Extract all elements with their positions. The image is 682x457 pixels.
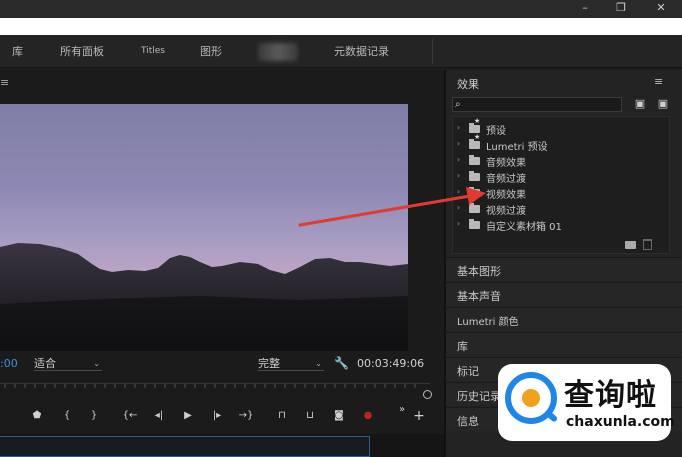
- tree-item-video-effects[interactable]: › 视频效果: [453, 185, 669, 201]
- extract-icon[interactable]: ⊔: [301, 406, 319, 426]
- add-icon[interactable]: +: [410, 406, 428, 426]
- blurred-workspace-tab: [258, 43, 298, 61]
- workspace-bar: 库 所有面板 Titles 图形 元数据记录: [0, 35, 682, 68]
- export-frame-icon[interactable]: ◙: [330, 406, 348, 426]
- workspace-separator: [432, 39, 433, 64]
- program-monitor-panel: ≡ :00 适合 ⌄ 完整 ⌄ 🔧 00:03:49:06 ⬟ { } {← ◂…: [0, 70, 444, 457]
- chevron-right-icon: ›: [457, 123, 461, 132]
- tree-item-presets[interactable]: › 预设: [453, 117, 669, 137]
- section-essential-sound[interactable]: 基本声音: [446, 282, 682, 306]
- section-essential-graphics[interactable]: 基本图形: [446, 257, 682, 281]
- preset-folder-icon: [469, 117, 480, 133]
- resolution-dropdown-value: 完整: [258, 357, 280, 370]
- play-icon[interactable]: ▶: [179, 406, 197, 426]
- section-label: 基本声音: [457, 290, 501, 303]
- tree-item-label: 自定义素材箱 01: [486, 222, 562, 233]
- preset-folder-icon: [469, 133, 480, 149]
- lift-icon[interactable]: ⊓: [273, 406, 291, 426]
- tree-item-label: Lumetri 预设: [486, 142, 548, 153]
- watermark-url: chaxunla.com: [566, 414, 675, 430]
- mountain-silhouette: [0, 243, 408, 351]
- go-to-in-icon[interactable]: {←: [121, 406, 139, 426]
- folder-icon: [469, 203, 480, 213]
- section-label: 库: [457, 340, 468, 353]
- step-forward-icon[interactable]: |▸: [208, 406, 226, 426]
- chevron-down-icon: ⌄: [93, 359, 100, 368]
- marker-icon[interactable]: ⬟: [28, 406, 46, 426]
- section-label: 基本图形: [457, 265, 501, 278]
- panel-menu-icon[interactable]: ≡: [0, 76, 9, 89]
- effects-tree: › 预设 › Lumetri 预设 › 音频效果 › 音频过渡 › 视频效果 ›…: [452, 116, 670, 254]
- workspace-tab-titles[interactable]: Titles: [141, 35, 165, 68]
- workspace-tab-graphics[interactable]: 图形: [200, 35, 222, 68]
- tree-item-audio-transitions[interactable]: › 音频过渡: [453, 169, 669, 185]
- watermark-logo: 查询啦 chaxunla.com: [498, 364, 675, 441]
- record-icon[interactable]: ●: [359, 406, 377, 426]
- magnifier-handle: [543, 409, 559, 423]
- tree-item-label: 音频效果: [486, 158, 526, 169]
- tree-item-label: 音频过渡: [486, 174, 526, 185]
- current-timecode[interactable]: :00: [0, 357, 18, 370]
- section-lumetri-color[interactable]: Lumetri 颜色: [446, 307, 682, 331]
- more-icon[interactable]: »: [393, 400, 411, 420]
- tree-item-audio-effects[interactable]: › 音频效果: [453, 153, 669, 169]
- section-label: 历史记录: [457, 390, 501, 403]
- settings-wrench-icon[interactable]: 🔧: [334, 356, 349, 370]
- menu-bar-area: [0, 18, 682, 35]
- trash-icon[interactable]: [643, 239, 652, 250]
- step-back-icon[interactable]: ◂|: [150, 406, 168, 426]
- chevron-down-icon: ⌄: [315, 359, 322, 368]
- timeline-area: [0, 434, 444, 457]
- resolution-dropdown[interactable]: 完整 ⌄: [258, 357, 324, 371]
- chevron-right-icon: ›: [457, 139, 461, 148]
- panel-menu-icon[interactable]: ≡: [654, 75, 663, 88]
- tree-item-label: 视频效果: [486, 190, 526, 201]
- chevron-right-icon: ›: [457, 187, 461, 196]
- new-bin-icon[interactable]: [625, 241, 636, 249]
- timeline-panel[interactable]: [0, 436, 370, 457]
- minimize-button[interactable]: –: [571, 0, 599, 18]
- new-preset-bin-icon[interactable]: ▣: [632, 97, 648, 111]
- playhead-end-icon[interactable]: [423, 390, 432, 399]
- fit-dropdown[interactable]: 适合 ⌄: [34, 357, 102, 371]
- workspace-tab-library[interactable]: 库: [12, 35, 23, 68]
- fit-dropdown-value: 适合: [34, 357, 56, 370]
- transport-controls: ⬟ { } {← ◂| ▶ |▸ →} ⊓ ⊔ ◙ ● » +: [0, 404, 444, 428]
- section-label: Lumetri 颜色: [457, 317, 519, 328]
- folder-icon: [469, 187, 480, 197]
- restore-button[interactable]: ❐: [607, 0, 635, 18]
- section-label: 信息: [457, 415, 479, 428]
- tree-item-label: 视频过渡: [486, 206, 526, 217]
- chevron-right-icon: ›: [457, 171, 461, 180]
- duration-timecode: 00:03:49:06: [357, 357, 425, 370]
- effects-search-input[interactable]: ⌕: [452, 97, 622, 112]
- workspace-tab-all-panels[interactable]: 所有面板: [60, 35, 104, 68]
- in-point-icon[interactable]: {: [58, 406, 76, 426]
- new-custom-bin-icon[interactable]: ▣: [655, 97, 671, 111]
- chevron-right-icon: ›: [457, 155, 461, 164]
- effects-header: 效果 ≡: [446, 70, 682, 92]
- folder-icon: [469, 219, 480, 229]
- folder-icon: [469, 155, 480, 165]
- video-preview: [0, 104, 408, 351]
- chevron-right-icon: ›: [457, 219, 461, 228]
- out-point-icon[interactable]: }: [85, 406, 103, 426]
- section-libraries[interactable]: 库: [446, 332, 682, 356]
- time-ruler[interactable]: [0, 383, 430, 395]
- go-to-out-icon[interactable]: →}: [237, 406, 255, 426]
- tree-item-custom-bin[interactable]: › 自定义素材箱 01: [453, 217, 669, 233]
- tree-item-lumetri-presets[interactable]: › Lumetri 预设: [453, 133, 669, 153]
- section-label: 标记: [457, 365, 479, 378]
- folder-icon: [469, 171, 480, 181]
- search-icon: ⌕: [455, 99, 461, 110]
- effects-title[interactable]: 效果: [457, 76, 479, 92]
- tree-item-video-transitions[interactable]: › 视频过渡: [453, 201, 669, 217]
- tree-item-label: 预设: [486, 126, 506, 137]
- workspace-tab-metadata-logging[interactable]: 元数据记录: [334, 35, 389, 68]
- close-button[interactable]: ✕: [647, 0, 675, 18]
- chevron-right-icon: ›: [457, 203, 461, 212]
- watermark-title: 查询啦: [564, 378, 657, 413]
- window-titlebar: – ❐ ✕: [0, 0, 682, 18]
